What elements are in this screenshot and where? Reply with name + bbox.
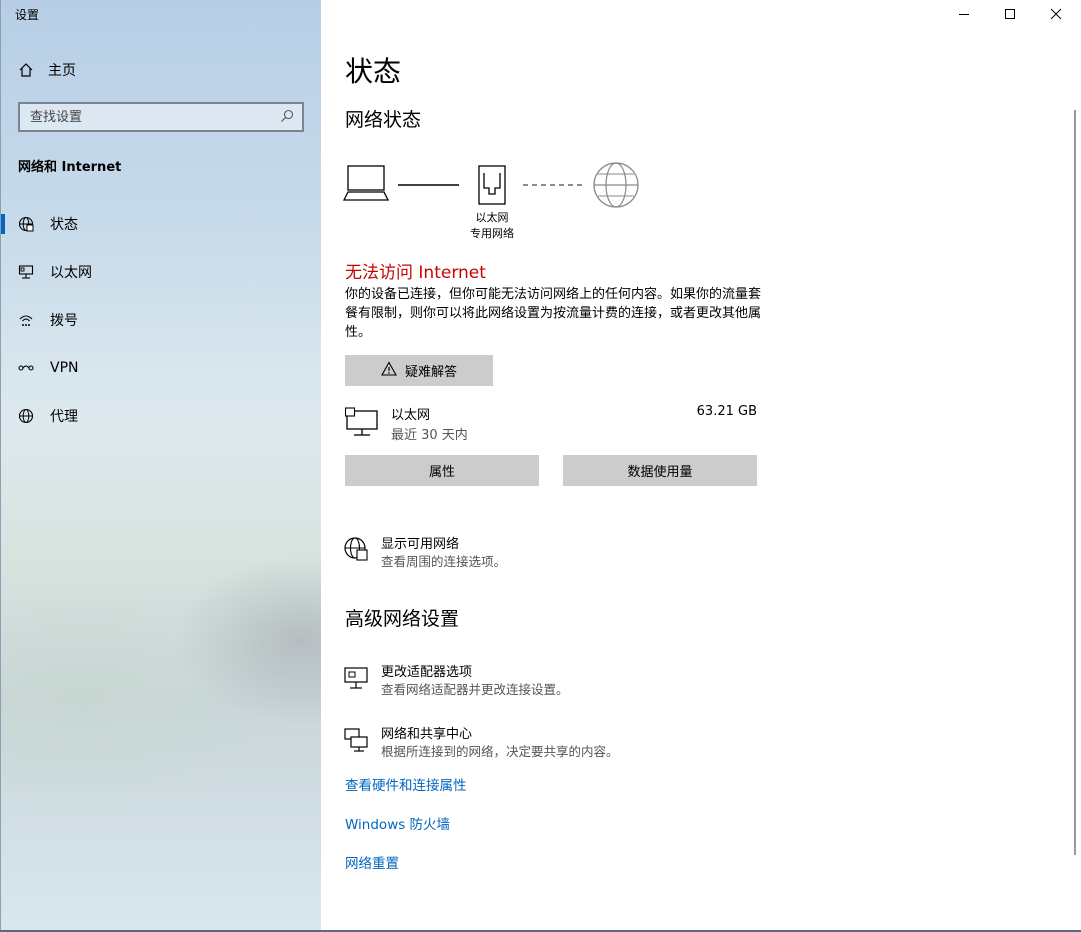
network-reset-link[interactable]: 网络重置 bbox=[345, 852, 399, 872]
troubleshoot-label: 疑难解答 bbox=[404, 365, 457, 380]
sidebar-item-label: 代理 bbox=[50, 409, 78, 425]
sharing-center-desc: 根据所连接到的网络，决定要共享的内容。 bbox=[381, 744, 619, 759]
search-input[interactable] bbox=[28, 108, 280, 126]
ethernet-icon bbox=[18, 264, 34, 280]
troubleshoot-button[interactable]: 疑难解答 bbox=[345, 355, 493, 386]
windows-firewall-link[interactable]: Windows 防火墙 bbox=[345, 813, 450, 833]
no-internet-description: 你的设备已连接，但你可能无法访问网络上的任何内容。如果你的流量套餐有限制，则你可… bbox=[345, 287, 762, 340]
laptop-icon bbox=[343, 165, 390, 201]
minimize-icon bbox=[959, 14, 969, 15]
properties-button[interactable]: 属性 bbox=[345, 455, 539, 486]
close-icon bbox=[1050, 8, 1062, 20]
search-box[interactable] bbox=[18, 102, 304, 132]
close-button[interactable] bbox=[1033, 0, 1079, 28]
sharing-center-icon bbox=[343, 726, 369, 752]
no-internet-title: 无法访问 Internet bbox=[345, 263, 486, 283]
ethernet-connection-icon bbox=[344, 407, 379, 441]
connection-usage: 63.21 GB bbox=[696, 404, 757, 419]
show-networks-title: 显示可用网络 bbox=[381, 537, 460, 552]
minimize-button[interactable] bbox=[941, 0, 987, 28]
connection-name: 以太网 bbox=[391, 408, 431, 423]
diagram-label-line1: 以太网 bbox=[475, 211, 509, 224]
sidebar-item-label: 以太网 bbox=[50, 265, 92, 281]
window-title: 设置 bbox=[15, 8, 40, 22]
section-title: 网络和 Internet bbox=[18, 160, 122, 175]
globe-icon bbox=[18, 408, 34, 424]
search-icon[interactable] bbox=[280, 108, 294, 127]
sidebar-item-label: VPN bbox=[50, 360, 79, 376]
scrollbar[interactable] bbox=[1074, 110, 1076, 855]
maximize-icon bbox=[1005, 9, 1015, 19]
sidebar-item-ethernet[interactable]: 以太网 bbox=[1, 248, 321, 296]
sidebar-item-vpn[interactable]: VPN bbox=[1, 344, 321, 392]
data-usage-label: 数据使用量 bbox=[627, 465, 693, 480]
vpn-icon bbox=[18, 360, 34, 376]
main-panel: 状态 网络状态 以太网 专用网络 无法访问 Internet 你的设备已连接，但… bbox=[321, 0, 1079, 930]
adapter-icon bbox=[343, 664, 369, 690]
warning-icon bbox=[381, 361, 397, 380]
sidebar-nav: 状态 以太网 拨号 VPN 代理 bbox=[1, 200, 321, 440]
window-controls bbox=[941, 0, 1079, 28]
ethernet-connection-row: 以太网 最近 30 天内 63.21 GB bbox=[344, 403, 757, 447]
show-available-networks[interactable]: 显示可用网络 查看周围的连接选项。 bbox=[343, 533, 763, 573]
sidebar-item-label: 状态 bbox=[50, 217, 78, 233]
sidebar: 设置 主页 网络和 Internet 状态 以太网 bbox=[0, 0, 321, 932]
adapter-options-desc: 查看网络适配器并更改连接设置。 bbox=[381, 682, 569, 697]
data-usage-button[interactable]: 数据使用量 bbox=[563, 455, 757, 486]
sidebar-item-dialup[interactable]: 拨号 bbox=[1, 296, 321, 344]
page-title: 状态 bbox=[345, 55, 402, 88]
maximize-button[interactable] bbox=[987, 0, 1033, 28]
adapter-options-title: 更改适配器选项 bbox=[381, 665, 473, 680]
network-sharing-center[interactable]: 网络和共享中心 根据所连接到的网络，决定要共享的内容。 bbox=[343, 723, 763, 763]
globe-network-icon bbox=[343, 536, 369, 562]
sidebar-item-label: 拨号 bbox=[50, 313, 78, 329]
sharing-center-title: 网络和共享中心 bbox=[381, 727, 473, 742]
home-label: 主页 bbox=[48, 63, 76, 79]
connection-period: 最近 30 天内 bbox=[391, 428, 468, 443]
properties-label: 属性 bbox=[428, 465, 455, 480]
globe-status-icon bbox=[18, 216, 34, 232]
home-nav-item[interactable]: 主页 bbox=[18, 60, 76, 80]
internet-globe-icon bbox=[593, 162, 639, 208]
home-icon bbox=[18, 62, 34, 78]
diagram-label-line2: 专用网络 bbox=[470, 227, 514, 240]
show-networks-desc: 查看周围的连接选项。 bbox=[381, 554, 507, 569]
sidebar-item-proxy[interactable]: 代理 bbox=[1, 392, 321, 440]
network-status-heading: 网络状态 bbox=[345, 109, 422, 131]
dialup-icon bbox=[18, 312, 34, 328]
hardware-properties-link[interactable]: 查看硬件和连接属性 bbox=[345, 774, 467, 794]
advanced-settings-heading: 高级网络设置 bbox=[345, 608, 460, 630]
ethernet-port-icon bbox=[478, 165, 506, 205]
change-adapter-options[interactable]: 更改适配器选项 查看网络适配器并更改连接设置。 bbox=[343, 661, 763, 701]
diagram-label: 以太网 专用网络 bbox=[459, 210, 525, 242]
sidebar-item-status[interactable]: 状态 bbox=[1, 200, 321, 248]
